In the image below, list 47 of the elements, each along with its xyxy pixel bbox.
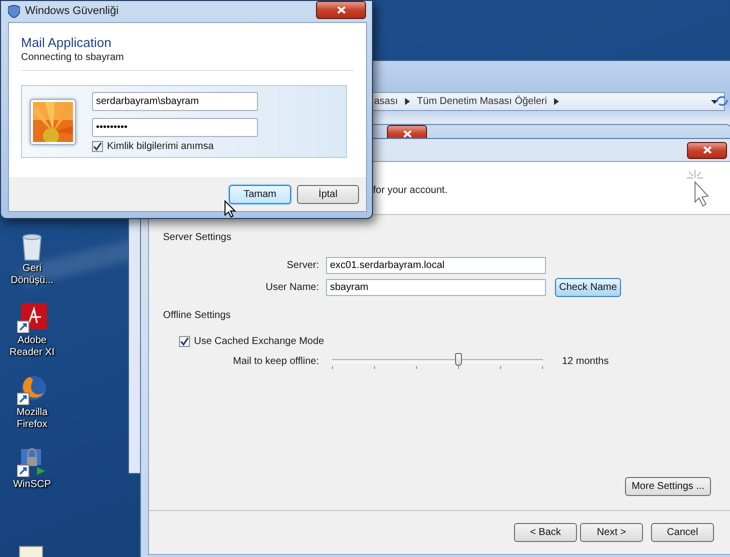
- wizard-button[interactable]: < Back: [514, 523, 577, 542]
- shield-icon: [8, 4, 20, 18]
- checkbox-label[interactable]: Kimlik bilgilerimi anımsa: [107, 140, 214, 152]
- close-button[interactable]: [687, 142, 727, 158]
- wizard-button[interactable]: Next >: [580, 523, 643, 542]
- server-field[interactable]: exc01.serdarbayram.local: [326, 256, 546, 274]
- field-label: Server:: [286, 260, 320, 270]
- fox-globe-icon[interactable]: [17, 375, 47, 405]
- section-title: Server Settings: [163, 232, 232, 245]
- chevron-right-icon[interactable]: [404, 98, 410, 105]
- breadcrumb[interactable]: asası: [374, 96, 398, 107]
- breadcrumb[interactable]: Tüm Denetim Masası Öğeleri: [416, 96, 547, 107]
- slider-reading: 12 months: [562, 356, 609, 366]
- check-name-button[interactable]: Check Name: [555, 278, 621, 296]
- more-settings-button[interactable]: More Settings ...: [625, 477, 711, 496]
- user-name-field[interactable]: sbayram: [326, 278, 546, 296]
- dialog-button[interactable]: Tamam: [229, 184, 291, 204]
- checkbox-label[interactable]: Use Cached Exchange Mode: [194, 336, 324, 347]
- refresh-icon[interactable]: [715, 95, 729, 107]
- checkbox[interactable]: [92, 140, 103, 152]
- padlock-computer-icon[interactable]: [17, 447, 47, 477]
- desktop-icon-label[interactable]: Adobe Reader XI: [4, 335, 60, 359]
- checkbox[interactable]: [179, 336, 190, 347]
- mouse-pointer-icon: [224, 200, 236, 218]
- pdf-document-icon[interactable]: [17, 303, 47, 333]
- slider-thumb[interactable]: [454, 353, 462, 366]
- close-icon: [702, 146, 712, 154]
- desktop-icon-label[interactable]: WinSCP: [4, 479, 60, 491]
- dropdown-icon[interactable]: [711, 100, 718, 104]
- chevron-right-icon[interactable]: [554, 98, 559, 105]
- desktop-icon-label[interactable]: Mozilla Firefox: [4, 407, 60, 431]
- desktop-icon-label[interactable]: Geri Dönüşü...: [4, 263, 60, 287]
- wizard-button[interactable]: Cancel: [651, 523, 714, 542]
- dialog-button[interactable]: İptal: [297, 184, 359, 204]
- dialog-subheading: Connecting to sbayram: [21, 52, 125, 63]
- close-button[interactable]: [316, 1, 366, 19]
- close-icon: [402, 130, 412, 138]
- username-field[interactable]: serdarbayram\sbayram: [92, 92, 258, 110]
- slider-label: Mail to keep offline:: [232, 356, 320, 366]
- header-text: for your account.: [373, 185, 448, 196]
- field-label: User Name:: [264, 282, 320, 292]
- section-title: Offline Settings: [163, 310, 232, 323]
- window-title: Windows Güvenliği: [25, 5, 119, 17]
- dialog-heading: Mail Application: [21, 35, 112, 50]
- close-icon: [336, 6, 346, 14]
- password-field[interactable]: •••••••••: [92, 118, 258, 136]
- recycle-bin-icon[interactable]: [20, 233, 44, 261]
